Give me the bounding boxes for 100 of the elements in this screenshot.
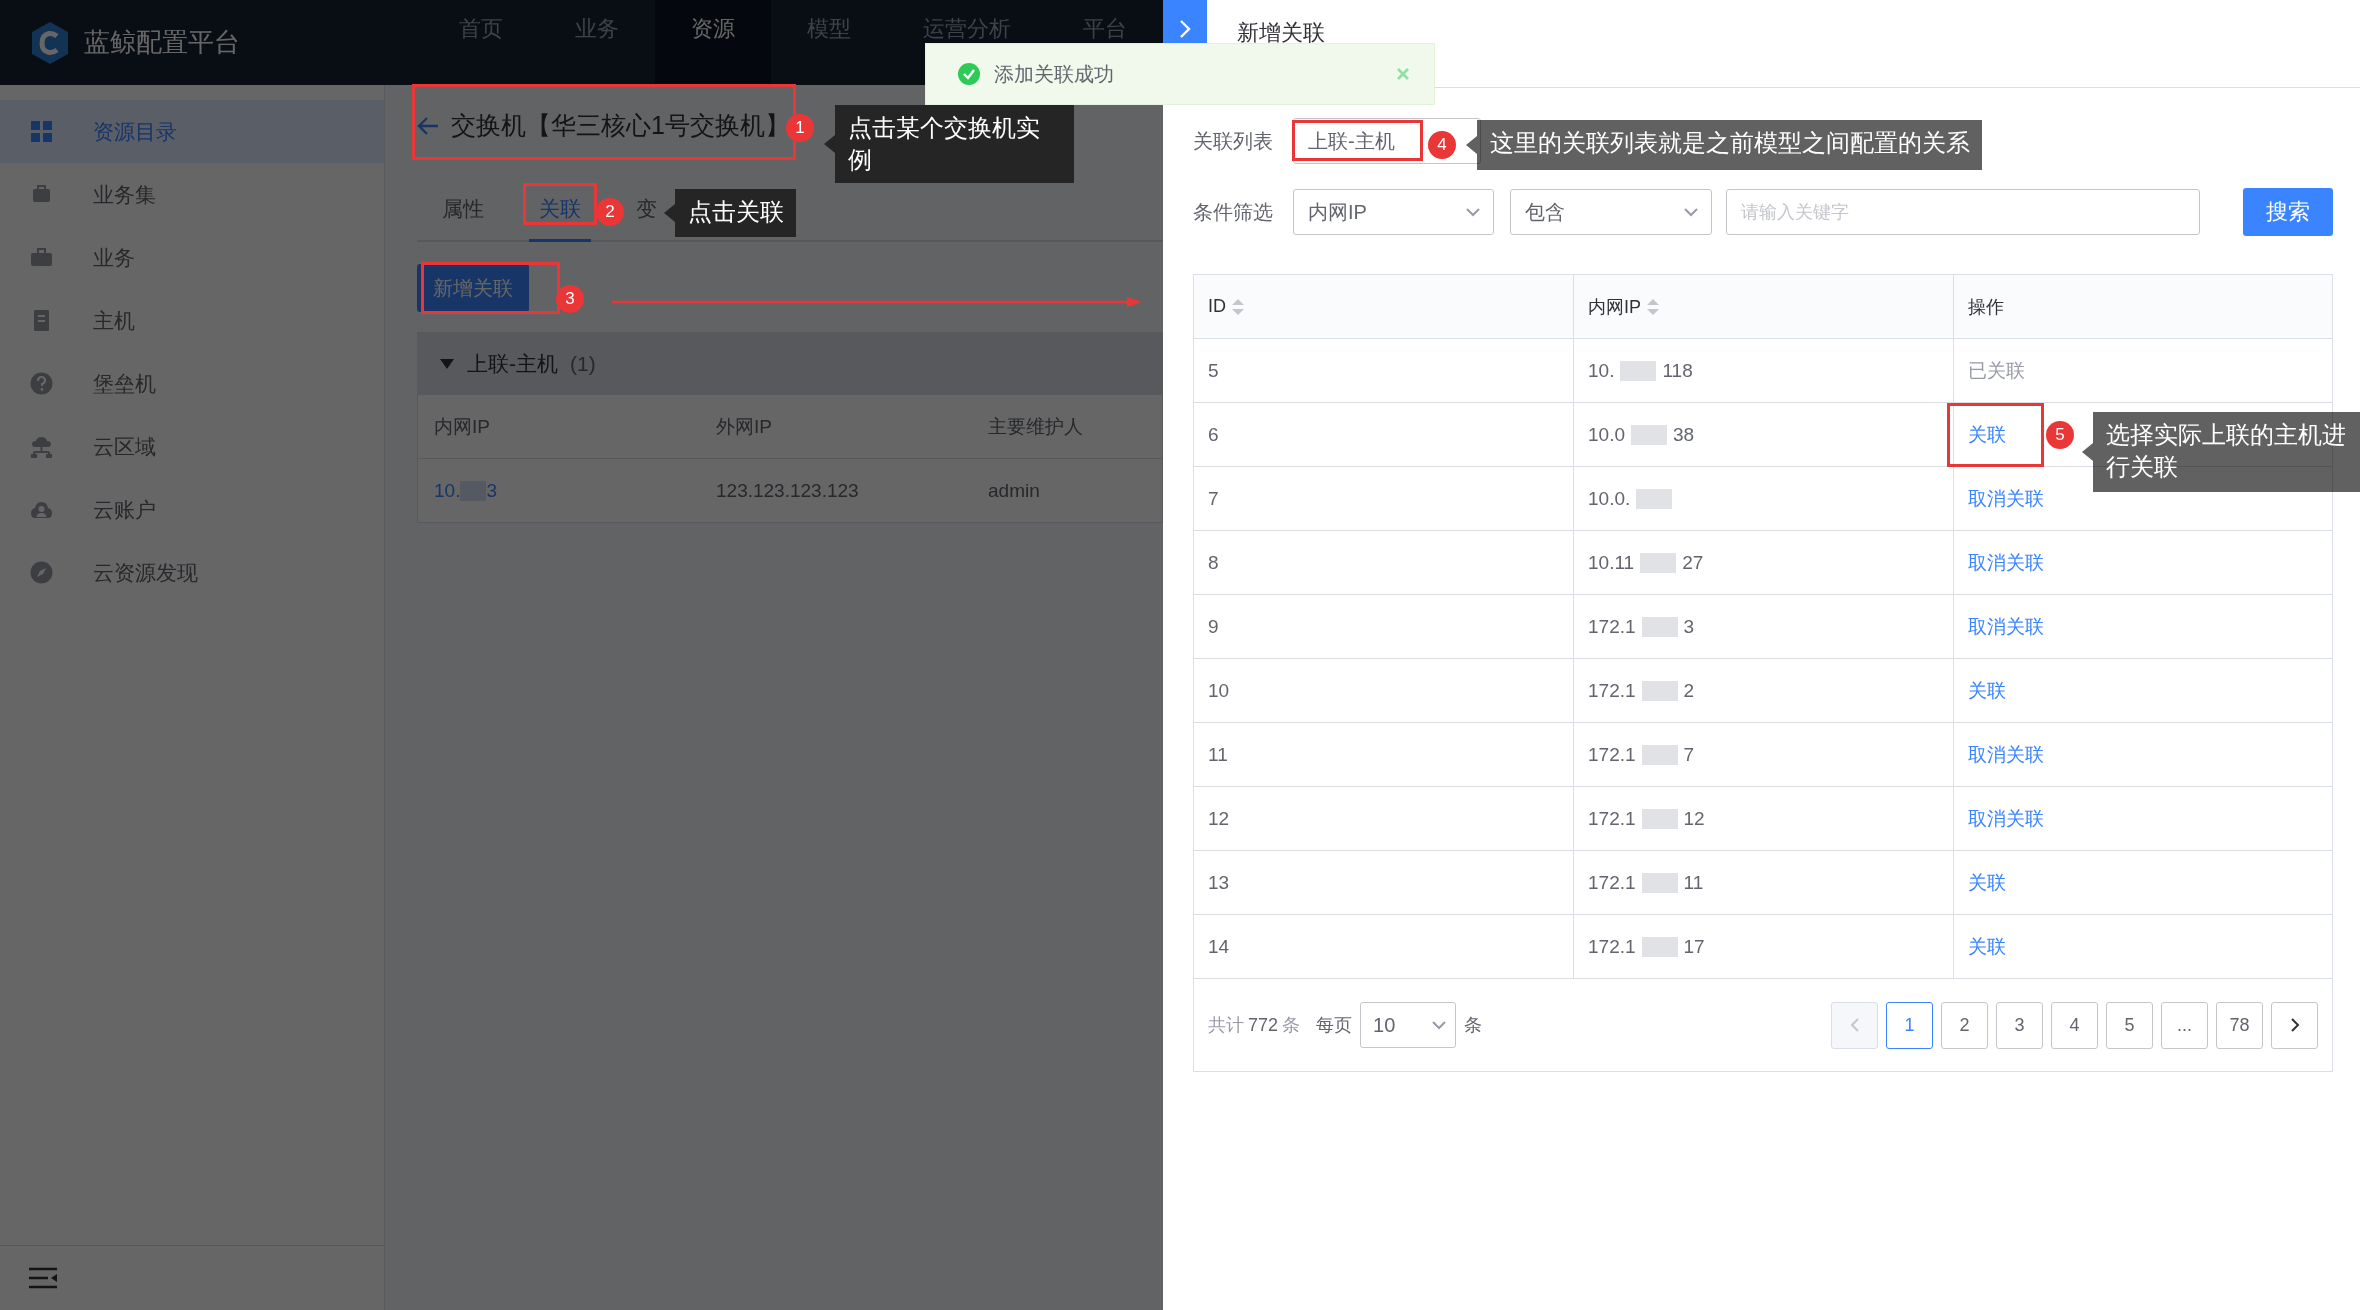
total-count: 772 <box>1248 1014 1279 1036</box>
table-cell: 9 <box>1194 595 1574 658</box>
blur-patch <box>1636 488 1673 509</box>
page-button[interactable]: ... <box>2161 1001 2208 1049</box>
close-icon[interactable] <box>1396 67 1410 81</box>
column-header[interactable]: ID <box>1208 296 1226 317</box>
sidebar-item[interactable]: 云资源发现 <box>0 541 384 604</box>
blur-patch <box>1620 360 1657 381</box>
link[interactable]: 取消关联 <box>1968 613 2044 640</box>
blur-patch <box>1641 936 1678 957</box>
app-title: 蓝鲸配置平台 <box>84 26 240 59</box>
field-select[interactable]: 内网IP <box>1293 189 1494 235</box>
success-icon <box>958 63 980 85</box>
operator-select[interactable]: 包含 <box>1510 189 1712 235</box>
logo-icon <box>30 20 70 65</box>
blur-patch <box>1631 424 1667 445</box>
tab[interactable]: 属性 <box>432 195 494 242</box>
tab[interactable]: 变 <box>626 195 667 242</box>
tooltip: 这里的关联列表就是之前模型之间配置的关系 <box>1466 120 1982 170</box>
link[interactable]: 取消关联 <box>1968 485 2044 512</box>
sidebar-item[interactable]: 云区域 <box>0 415 384 478</box>
total-label: 条 <box>1282 1014 1301 1037</box>
tooltip: 选择实际上联的主机进行关联 <box>2082 412 2360 492</box>
toast-message: 添加关联成功 <box>994 61 1114 87</box>
link[interactable]: 关联 <box>1968 933 2006 960</box>
link[interactable]: 取消关联 <box>1968 805 2044 832</box>
next-page-button[interactable] <box>2271 1001 2318 1049</box>
tab[interactable]: 关联 <box>529 195 591 242</box>
table-cell-text: admin <box>988 479 1041 502</box>
link[interactable]: 关联 <box>1968 869 2006 896</box>
blur-patch <box>1641 680 1678 701</box>
drawer-title: 新增关联 <box>1237 19 1325 47</box>
chevron-right-icon <box>1179 19 1191 39</box>
page-button[interactable]: 5 <box>2106 1001 2153 1049</box>
sort-icon[interactable] <box>1647 298 1659 315</box>
sidebar-item[interactable]: 堡垒机 <box>0 352 384 415</box>
table-cell: 172.1 <box>1588 871 1636 894</box>
link[interactable]: 关联 <box>1968 421 2006 448</box>
table-cell: 172.1 <box>1588 807 1636 830</box>
table-cell-text: 123.123.123.123 <box>716 479 860 502</box>
nav-item[interactable]: 资源 <box>655 0 771 85</box>
table-cell: 172.1 <box>1588 615 1636 638</box>
cloud-network-icon <box>30 435 53 458</box>
link[interactable]: 关联 <box>1968 677 2006 704</box>
sort-icon[interactable] <box>1232 298 1244 315</box>
sidebar-item[interactable]: 主机 <box>0 289 384 352</box>
link[interactable]: 取消关联 <box>1968 741 2044 768</box>
chevron-down-icon <box>1683 207 1699 217</box>
table-cell: 172.1 <box>1588 679 1636 702</box>
caret-down-icon[interactable] <box>439 357 455 370</box>
field-label: 关联列表 <box>1193 128 1274 154</box>
table-cell: 14 <box>1194 915 1574 978</box>
blur-patch <box>1641 744 1678 765</box>
tooltip: 点击某个交换机实例 <box>824 105 1074 183</box>
table-cell: 17 <box>1683 935 1705 958</box>
sidebar-item[interactable]: 业务集 <box>0 163 384 226</box>
page-button[interactable]: 4 <box>2051 1001 2098 1049</box>
table-cell: 172.1 <box>1588 743 1636 766</box>
table-cell: 7 <box>1683 743 1695 766</box>
column-header[interactable]: 内网IP <box>1588 294 1641 319</box>
sidebar-item[interactable]: 云账户 <box>0 478 384 541</box>
ip-link[interactable]: 10. 3 <box>434 479 716 502</box>
table-cell: 10 <box>1194 659 1574 722</box>
table-cell: 2 <box>1683 679 1695 702</box>
column-header: 主要维护人 <box>988 414 1084 439</box>
per-page-label: 条 <box>1464 1014 1483 1037</box>
table-cell: 10.0 <box>1588 423 1625 446</box>
page-size-select[interactable]: 10 <box>1360 1002 1457 1048</box>
sidebar-item[interactable]: 业务 <box>0 226 384 289</box>
status-text: 已关联 <box>1968 358 2025 383</box>
chevron-down-icon <box>1465 207 1481 217</box>
table-cell: 11 <box>1683 871 1704 894</box>
blur-patch <box>1641 808 1678 829</box>
tooltip: 点击关联 <box>664 189 796 237</box>
field-label: 条件筛选 <box>1193 199 1274 225</box>
sidebar-item[interactable]: 资源目录 <box>0 100 384 163</box>
add-relation-button[interactable]: 新增关联 <box>417 264 529 312</box>
page-button[interactable]: 1 <box>1886 1001 1933 1049</box>
page-button[interactable]: 78 <box>2216 1001 2263 1049</box>
table-cell: 10.0. <box>1588 487 1631 510</box>
group-title: 上联-主机 <box>467 350 558 377</box>
page-button[interactable]: 2 <box>1941 1001 1988 1049</box>
link[interactable]: 取消关联 <box>1968 549 2044 576</box>
search-button[interactable]: 搜索 <box>2243 188 2333 236</box>
blur-patch <box>1641 616 1678 637</box>
table-cell: 38 <box>1673 423 1695 446</box>
column-header: 操作 <box>1967 295 2005 319</box>
total-label: 共计 <box>1208 1014 1244 1037</box>
table-cell: 8 <box>1194 531 1574 594</box>
chevron-left-icon <box>1849 1017 1860 1033</box>
blur-patch <box>1641 872 1678 893</box>
keyword-input[interactable]: 请输入关键字 <box>1726 189 2200 235</box>
page-button[interactable]: 3 <box>1996 1001 2043 1049</box>
table-cell: 13 <box>1194 851 1574 914</box>
blur-patch <box>1640 552 1677 573</box>
table-cell: 7 <box>1194 467 1574 530</box>
menu-collapse-icon[interactable] <box>28 1266 58 1290</box>
per-page-label: 每页 <box>1316 1014 1353 1037</box>
chevron-right-icon <box>2289 1017 2300 1033</box>
back-arrow-icon[interactable] <box>417 115 439 136</box>
